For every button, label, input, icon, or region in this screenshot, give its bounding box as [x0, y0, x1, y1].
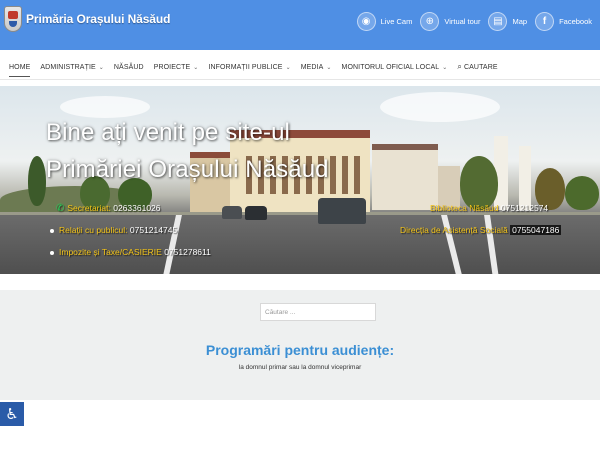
road-marking	[163, 212, 183, 274]
accessibility-button[interactable]: ♿	[0, 402, 24, 426]
facebook-label: Facebook	[559, 17, 592, 26]
globe-icon: ⊕	[420, 12, 440, 31]
tree	[28, 156, 46, 206]
map-icon: ▤	[488, 12, 508, 31]
contact-label: Relații cu publicul:	[59, 225, 128, 235]
contact-phone: 0751278611	[164, 247, 211, 257]
nav-item-cautare[interactable]: ⌕ CAUTARE	[457, 54, 497, 80]
programari-title: Programări pentru audiențe:	[205, 342, 395, 358]
road	[0, 212, 600, 274]
nav-label: INFORMAȚII PUBLICE	[208, 63, 283, 71]
contact-label: Secretariat:	[67, 203, 111, 213]
church-tower	[519, 146, 531, 210]
contact-label: Impozite și Taxe/CASIERIE	[59, 247, 162, 257]
virtual-tour-link[interactable]: ⊕ Virtual tour	[420, 12, 480, 31]
cloud	[380, 92, 500, 122]
nav-label: CAUTARE	[464, 63, 498, 71]
main-nav: HOME ADMINISTRAȚIE ⌄ NĂSĂUD PROIECTE ⌄ INF…	[0, 54, 600, 80]
car	[318, 198, 366, 224]
hero-title-line1: Bine ați venit pe site-ul	[46, 119, 290, 146]
hero-banner: Bine ați venit pe site-ul Primăriei Oraș…	[0, 86, 600, 274]
virtual-tour-label: Virtual tour	[444, 17, 481, 26]
search-icon: ⌕	[457, 62, 462, 71]
facebook-icon: f	[535, 12, 555, 31]
live-cam-label: Live Cam	[380, 17, 413, 26]
nav-label: HOME	[9, 63, 31, 71]
site-title[interactable]: Primăria Orașului Năsăud	[26, 12, 170, 26]
asistenta-contact[interactable]: Direcția de Asistență Socială 0755047186	[400, 225, 562, 235]
nav-item-administratie[interactable]: ADMINISTRAȚIE ⌄	[40, 54, 104, 80]
hero-title: Bine ați venit pe site-ul Primăriei Oraș…	[46, 114, 329, 188]
biblioteca-contact[interactable]: Biblioteca Năsăud 0751212574	[430, 203, 548, 213]
nav-item-home[interactable]: HOME	[9, 54, 31, 80]
chevron-down-icon: ⌄	[326, 64, 332, 71]
chevron-down-icon: ⌄	[98, 64, 104, 71]
contact-label: Direcția de Asistență Socială	[400, 225, 508, 235]
relatii-contact[interactable]: Relații cu publicul: 0751214745	[50, 225, 177, 235]
nav-item-media[interactable]: MEDIA ⌄	[301, 54, 332, 80]
road-marking	[483, 212, 499, 274]
camera-icon: ◉	[356, 12, 376, 31]
facebook-link[interactable]: f Facebook	[535, 12, 592, 31]
contact-phone: 0751212574	[500, 203, 549, 213]
map-label: Map	[512, 17, 528, 26]
programari-subtitle: la domnul primar sau la domnul viceprima…	[238, 364, 362, 371]
car	[222, 206, 242, 219]
coat-of-arms-icon	[4, 6, 22, 32]
nav-label: PROIECTE	[153, 63, 191, 71]
bullet-icon	[50, 250, 54, 255]
contact-phone: 0263361026	[113, 203, 161, 213]
tree	[565, 176, 599, 210]
nav-label: ADMINISTRAȚIE	[40, 63, 96, 71]
building	[372, 144, 438, 210]
impozite-contact[interactable]: Impozite și Taxe/CASIERIE 0751278611	[50, 247, 211, 257]
chevron-down-icon: ⌄	[285, 64, 291, 71]
contact-phone: 0751214745	[129, 225, 178, 235]
secretariat-contact[interactable]: ✆ Secretariat: 0263361026	[56, 203, 161, 214]
site-logo[interactable]: Primăria Orașului Năsăud	[4, 6, 170, 32]
map-link[interactable]: ▤ Map	[488, 12, 527, 31]
search-input[interactable]	[260, 303, 376, 321]
bullet-icon	[50, 228, 54, 233]
nav-label: NĂSĂUD	[113, 63, 144, 71]
tree	[460, 156, 498, 210]
contact-label: Biblioteca Năsăud	[430, 203, 499, 213]
hero-title-line2: Primăriei Orașului Năsăud	[46, 156, 329, 183]
contact-phone: 0755047186	[510, 225, 562, 235]
top-links: ◉ Live Cam ⊕ Virtual tour ▤ Map f Facebo…	[349, 12, 592, 31]
nav-item-informatii-publice[interactable]: INFORMAȚII PUBLICE ⌄	[208, 54, 290, 80]
top-header: Primăria Orașului Năsăud ◉ Live Cam ⊕ Vi…	[0, 0, 600, 50]
chevron-down-icon: ⌄	[442, 64, 448, 71]
nav-label: MEDIA	[300, 63, 324, 71]
live-cam-link[interactable]: ◉ Live Cam	[356, 12, 413, 31]
content-section: Programări pentru audiențe: la domnul pr…	[0, 290, 600, 400]
road-marking	[440, 212, 462, 274]
chevron-down-icon: ⌄	[193, 64, 199, 71]
phone-icon: ✆	[56, 203, 65, 214]
nav-item-nasaud[interactable]: NĂSĂUD	[114, 54, 144, 80]
wheelchair-icon: ♿	[5, 406, 19, 423]
nav-item-monitorul-oficial[interactable]: MONITORUL OFICIAL LOCAL ⌄	[342, 54, 448, 80]
nav-label: MONITORUL OFICIAL LOCAL	[341, 63, 440, 71]
nav-item-proiecte[interactable]: PROIECTE ⌄	[154, 54, 199, 80]
car	[245, 206, 267, 220]
